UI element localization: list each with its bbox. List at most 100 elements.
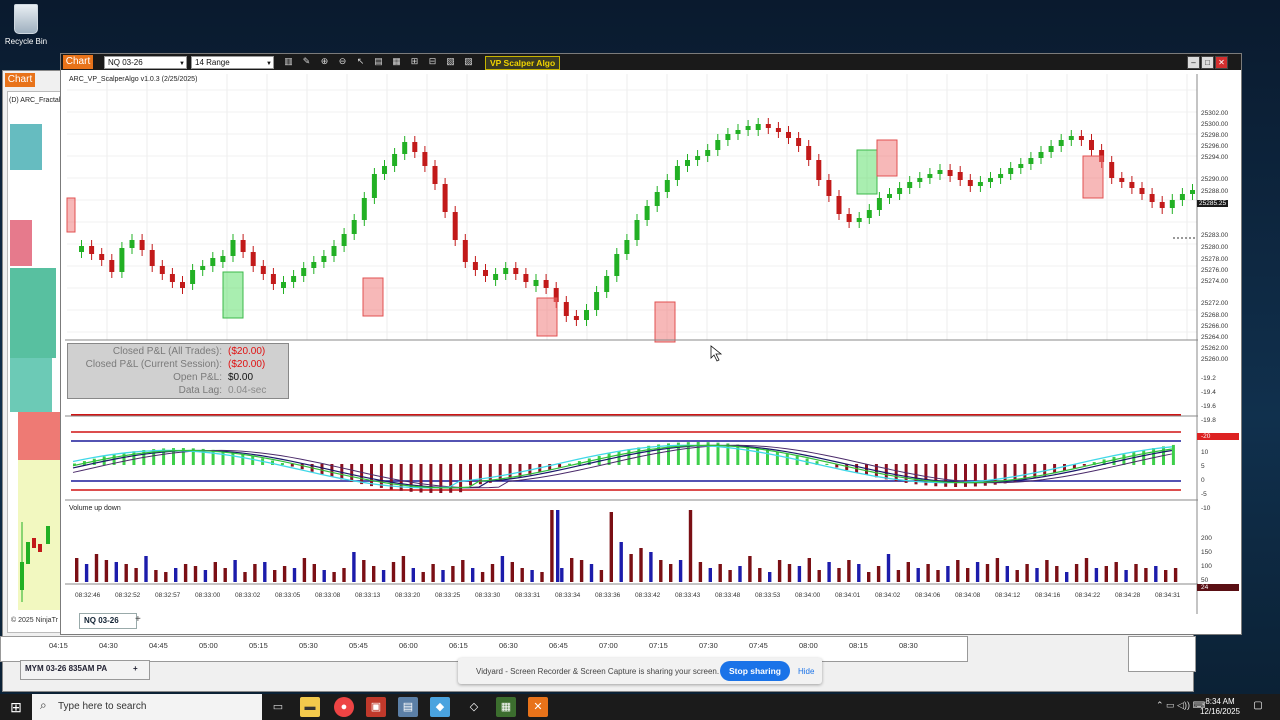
zoom-icon[interactable]: ⊕ [319, 56, 330, 67]
oscillator-bar [320, 464, 324, 475]
price-tick: 25272.00 [1201, 300, 1229, 307]
candle [887, 194, 892, 198]
bar-chart-icon[interactable]: ▥ [283, 56, 294, 67]
oscillator-bar [1142, 450, 1146, 465]
volume-bar [490, 564, 495, 582]
oscillator-tick: 5 [1201, 463, 1205, 470]
clock-time: 8:34 AM [1205, 697, 1235, 706]
oscillator-bar [736, 444, 740, 465]
volume-bar [1094, 568, 1099, 582]
background-indicator-label: (D) ARC_Fractal [9, 97, 61, 104]
background-copyright: © 2025 NinjaTr [11, 617, 58, 624]
document-icon[interactable]: ▤ [398, 697, 418, 717]
app-icon[interactable]: ▣ [366, 697, 386, 717]
app-icon[interactable]: ◇ [464, 697, 484, 717]
instrument-selector[interactable]: NQ 03-26 ▼ [104, 56, 187, 69]
cursor-icon[interactable]: ↖ [355, 56, 366, 67]
candle [604, 276, 610, 292]
volume-bar [441, 570, 445, 582]
draw-tool-icon[interactable]: ✎ [301, 56, 312, 67]
maximize-icon[interactable]: □ [1201, 56, 1214, 69]
volume-bar [1124, 570, 1128, 582]
candle [1008, 168, 1014, 174]
volume-bar [342, 568, 346, 582]
hide-link[interactable]: Hide [798, 667, 814, 676]
file-explorer-icon[interactable]: ▬ [300, 697, 320, 717]
volume-bar [589, 564, 594, 582]
chrome-icon[interactable]: ● [334, 697, 354, 717]
time-tick: 08:32:46 [75, 592, 101, 599]
clock[interactable]: 8:34 AM 12/16/2025 [1198, 697, 1242, 717]
candle [917, 178, 923, 182]
windows-start-icon[interactable]: ⊞ [0, 694, 32, 720]
templates-icon[interactable]: ▧ [445, 56, 456, 67]
chart-trader-icon[interactable]: ▨ [463, 56, 474, 67]
data-box-icon[interactable]: ▦ [391, 56, 402, 67]
candle [796, 138, 802, 146]
current-price-label: 25285.25 [1197, 200, 1229, 207]
candle [735, 130, 741, 134]
vp-scalper-algo-button[interactable]: VP Scalper Algo [485, 56, 561, 70]
task-view-icon[interactable]: ▭ [268, 697, 288, 717]
volume-bar [827, 562, 831, 582]
close-icon[interactable]: ✕ [1215, 56, 1228, 69]
candle [139, 240, 145, 250]
recycle-bin-icon[interactable]: Recycle Bin [4, 4, 48, 46]
candle [624, 240, 630, 254]
oscillator-bar [429, 464, 433, 493]
background-chart-tab[interactable]: Chart [5, 73, 35, 87]
app-icon[interactable]: ◆ [430, 697, 450, 717]
volume-bar [263, 562, 267, 582]
price-tick: 25260.00 [1201, 356, 1229, 363]
stop-sharing-button[interactable]: Stop sharing [720, 661, 790, 681]
candle [998, 174, 1004, 178]
volume-bar [886, 554, 891, 582]
candle [129, 240, 135, 248]
bar-type-selector[interactable]: 14 Range ▼ [191, 56, 274, 69]
pnl-value: 0.04-sec [228, 385, 267, 396]
properties-icon[interactable]: ▤ [373, 56, 384, 67]
candle [705, 150, 711, 156]
background-instrument-tab[interactable]: MYM 03-26 835AM PA + [20, 660, 150, 680]
indicators-icon[interactable]: ⊞ [409, 56, 420, 67]
candle [765, 124, 771, 128]
background-time-tick: 05:00 [199, 641, 218, 650]
signal-box [362, 277, 384, 317]
notification-icon[interactable]: ▢ [1250, 698, 1266, 714]
add-tab-button[interactable]: + [135, 614, 141, 625]
ninjatrader-icon[interactable]: ✕ [528, 697, 548, 717]
price-axis[interactable]: 25302.00 25300.00 25298.00 25296.00 25294.00… [1197, 74, 1239, 604]
volume-bar [530, 570, 534, 582]
taskbar-search[interactable]: ⌕ Type here to search [32, 694, 262, 720]
candle [1028, 158, 1034, 164]
volume-bar [768, 572, 772, 582]
instrument-tab[interactable]: NQ 03-26 [79, 613, 137, 629]
indicator-tick: -19.4 [1201, 389, 1216, 396]
candle [1058, 140, 1064, 146]
volume-bar [391, 562, 396, 582]
app-icon[interactable]: ▦ [496, 697, 516, 717]
chart-tab[interactable]: Chart [63, 55, 93, 69]
volume-bar [718, 564, 722, 582]
oscillator-current-label: -20 [1197, 433, 1239, 440]
volume-bar [797, 566, 802, 582]
zoom-out-icon[interactable]: ⊖ [337, 56, 348, 67]
signal-box [1082, 155, 1104, 199]
minimize-icon[interactable]: – [1187, 56, 1200, 69]
indicator-title: ARC_VP_ScalperAlgo v1.0.3 (2/25/2025) [69, 76, 198, 83]
strategies-icon[interactable]: ⊟ [427, 56, 438, 67]
candle [462, 240, 468, 262]
time-tick: 08:33:02 [235, 592, 261, 599]
background-volume-profile [10, 124, 60, 610]
oscillator-bar [290, 464, 294, 467]
background-add-tab-button[interactable]: + [133, 664, 138, 673]
main-chart-window[interactable]: Chart NQ 03-26 ▼ 14 Range ▼ ▥ ✎ ⊕ ⊖ ↖ ▤ … [60, 53, 1242, 635]
time-axis[interactable]: 08:32:46 08:32:52 08:32:57 08:33:00 08:33:02… [67, 590, 1197, 604]
volume-bar [629, 554, 633, 582]
volume-bar [599, 570, 604, 582]
candle [260, 266, 266, 274]
volume-bar [273, 570, 277, 582]
time-tick: 08:32:57 [155, 592, 181, 599]
oscillator-bar [627, 449, 631, 465]
oscillator-bar [884, 464, 888, 480]
